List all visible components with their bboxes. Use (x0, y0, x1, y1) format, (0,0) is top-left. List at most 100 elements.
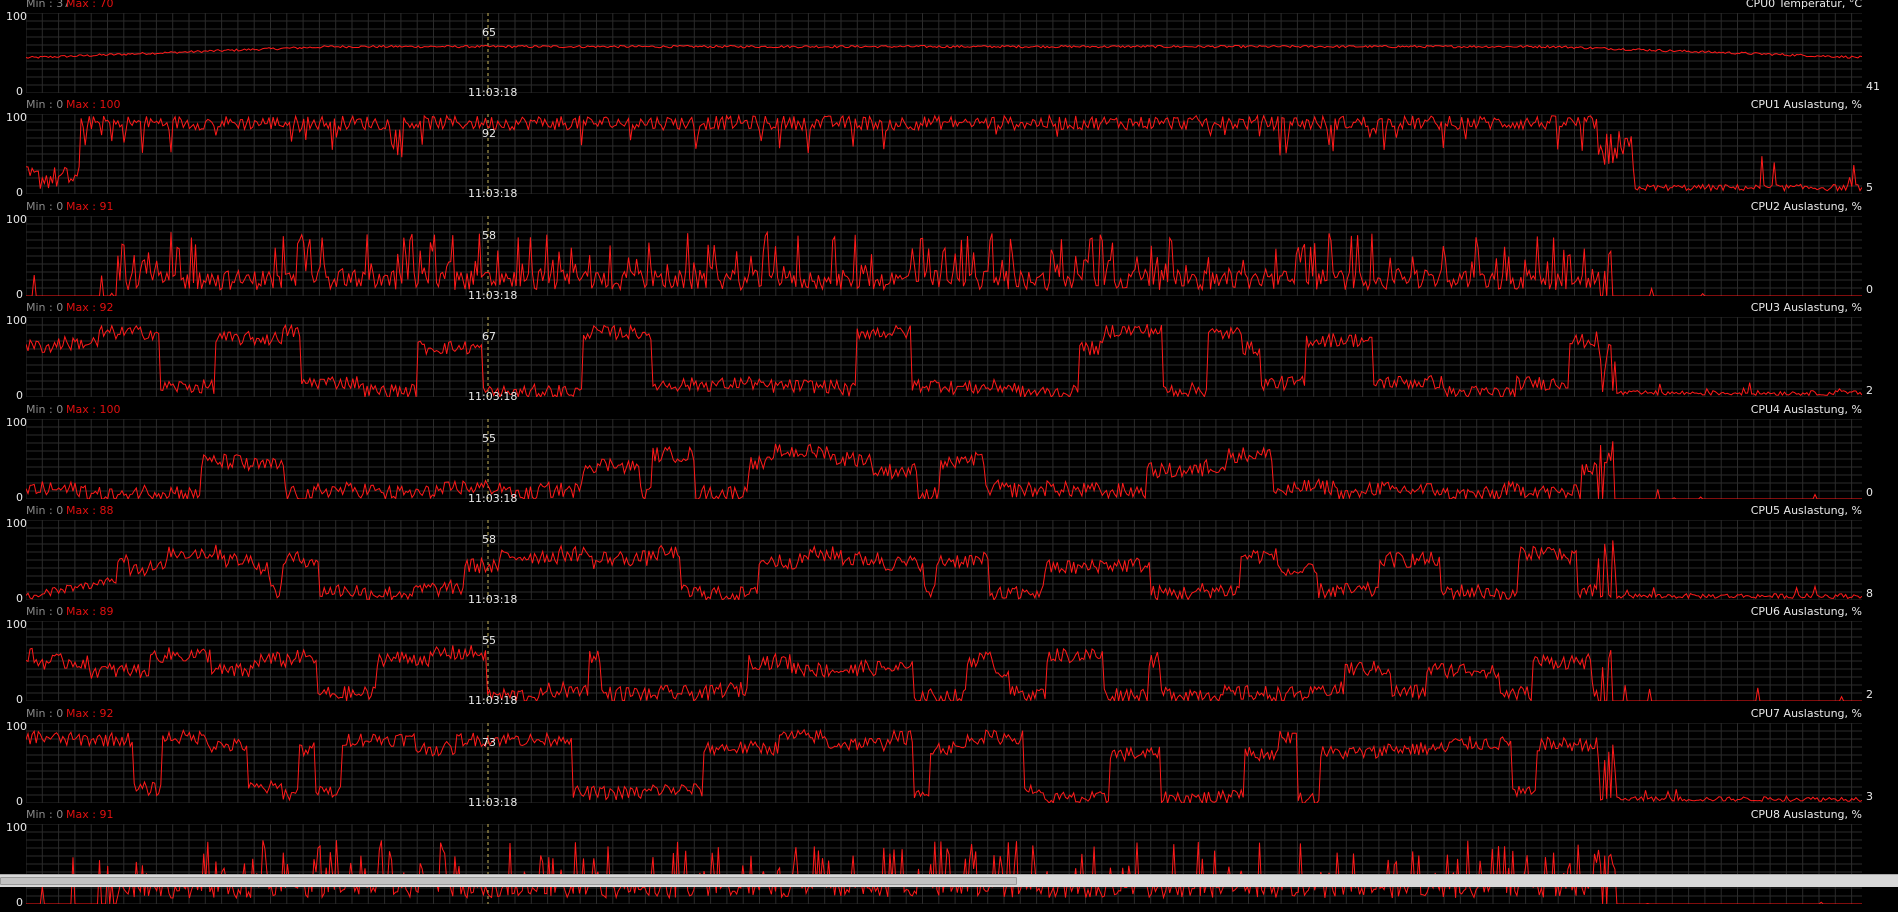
graph-panel-3[interactable]: Min : 0 Max : 92 CPU3 Auslastung, % 100 0 2 67… (0, 301, 1898, 405)
min-label: Min : 0 (26, 200, 64, 213)
cursor-value: 67 (482, 330, 496, 343)
current-value: 5 (1866, 181, 1873, 194)
y-axis-min: 0 (16, 288, 23, 301)
cursor-value: 58 (482, 533, 496, 546)
y-axis-max: 100 (6, 517, 27, 530)
graph-panel-0[interactable]: Min : 37 Max : 70 CPU0 Temperatur, °C 100 0 4… (0, 0, 1898, 101)
graph-series-line (26, 323, 1862, 397)
y-axis-max: 100 (6, 10, 27, 23)
graph-plot-area[interactable] (26, 621, 1862, 701)
min-label: Min : 0 (26, 808, 64, 821)
graph-plot-area[interactable] (26, 520, 1862, 600)
graph-panel-4[interactable]: Min : 0 Max : 100 CPU4 Auslastung, % 100 0 0 5… (0, 403, 1898, 507)
cursor-time: 11:03:18 (468, 593, 518, 606)
scrollbar-thumb[interactable] (0, 877, 1018, 885)
min-label: Min : 0 (26, 98, 64, 111)
max-label: Max : 88 (66, 504, 114, 517)
max-label: Max : 91 (66, 808, 114, 821)
graph-grid (26, 824, 1862, 904)
max-label: Max : 89 (66, 605, 114, 618)
graph-svg (26, 723, 1862, 803)
cursor-time: 11:03:18 (468, 492, 518, 505)
graph-panel-7[interactable]: Min : 0 Max : 92 CPU7 Auslastung, % 100 0 3 73… (0, 707, 1898, 811)
graph-svg (26, 114, 1862, 194)
y-axis-min: 0 (16, 85, 23, 98)
cursor-time: 11:03:18 (468, 694, 518, 707)
graph-plot-area[interactable] (26, 419, 1862, 499)
graph-title: CPU5 Auslastung, % (1750, 504, 1862, 517)
cursor-time: 11:03:18 (468, 289, 518, 302)
y-axis-min: 0 (16, 389, 23, 402)
graph-grid (26, 723, 1862, 803)
current-value: 2 (1866, 688, 1873, 701)
cursor-value: 58 (482, 229, 496, 242)
graph-grid (26, 419, 1862, 499)
graph-grid (26, 621, 1862, 701)
y-axis-min: 0 (16, 592, 23, 605)
cursor-time: 11:03:18 (468, 187, 518, 200)
graph-series-line (26, 44, 1862, 59)
cursor-time: 11:03:18 (468, 796, 518, 809)
y-axis-max: 100 (6, 618, 27, 631)
cursor-time: 11:03:18 (468, 390, 518, 403)
graph-plot-area[interactable] (26, 114, 1862, 194)
graph-plot-area[interactable] (26, 216, 1862, 296)
graph-svg (26, 419, 1862, 499)
graph-panel-1[interactable]: Min : 0 Max : 100 CPU1 Auslastung, % 100 0 5 9… (0, 98, 1898, 202)
graph-panel-6[interactable]: Min : 0 Max : 89 CPU6 Auslastung, % 100 0 2 55… (0, 605, 1898, 709)
graph-panel-5[interactable]: Min : 0 Max : 88 CPU5 Auslastung, % 100 0 8 58… (0, 504, 1898, 608)
graph-series-line (26, 540, 1862, 600)
current-value: 0 (1866, 486, 1873, 499)
current-value: 8 (1866, 587, 1873, 600)
graph-svg (26, 621, 1862, 701)
graph-grid (26, 520, 1862, 600)
horizontal-scrollbar[interactable] (0, 874, 1898, 887)
graph-series-line (26, 114, 1862, 193)
graph-svg (26, 13, 1862, 93)
max-label: Max : 100 (66, 98, 121, 111)
graph-plot-area[interactable] (26, 13, 1862, 93)
min-label: Min : 0 (26, 504, 64, 517)
cursor-value: 65 (482, 26, 496, 39)
graph-title: CPU2 Auslastung, % (1750, 200, 1862, 213)
y-axis-min: 0 (16, 795, 23, 808)
current-value: 41 (1866, 80, 1880, 93)
graph-title: CPU4 Auslastung, % (1750, 403, 1862, 416)
y-axis-min: 0 (16, 186, 23, 199)
graph-svg (26, 824, 1862, 904)
graph-svg (26, 520, 1862, 600)
graph-panel-8[interactable]: Min : 0 Max : 91 CPU8 Auslastung, % 100 0 (0, 808, 1898, 912)
hardware-monitor-graphs: Min : 37 Max : 70 CPU0 Temperatur, °C 100 0 4… (0, 0, 1898, 908)
graph-title: CPU0 Temperatur, °C (1745, 0, 1862, 10)
graph-plot-area[interactable] (26, 723, 1862, 803)
graph-plot-area[interactable] (26, 317, 1862, 397)
cursor-value: 55 (482, 634, 496, 647)
cursor-time: 11:03:18 (468, 86, 518, 99)
graph-svg (26, 216, 1862, 296)
min-label: Min : 0 (26, 301, 64, 314)
graph-series-line (26, 728, 1862, 803)
y-axis-max: 100 (6, 821, 27, 834)
max-label: Max : 91 (66, 200, 114, 213)
cursor-value: 73 (482, 736, 496, 749)
max-label: Max : 92 (66, 707, 114, 720)
y-axis-max: 100 (6, 111, 27, 124)
y-axis-max: 100 (6, 720, 27, 733)
max-label: Max : 92 (66, 301, 114, 314)
min-label: Min : 0 (26, 707, 64, 720)
graph-title: CPU6 Auslastung, % (1750, 605, 1862, 618)
graph-plot-area[interactable] (26, 824, 1862, 904)
graph-grid (26, 114, 1862, 194)
current-value: 3 (1866, 790, 1873, 803)
graph-title: CPU3 Auslastung, % (1750, 301, 1862, 314)
graph-title: CPU1 Auslastung, % (1750, 98, 1862, 111)
max-label: Max : 100 (66, 403, 121, 416)
graph-panel-2[interactable]: Min : 0 Max : 91 CPU2 Auslastung, % 100 0 0 58… (0, 200, 1898, 304)
graph-title: CPU7 Auslastung, % (1750, 707, 1862, 720)
graph-grid (26, 13, 1862, 93)
graph-svg (26, 317, 1862, 397)
cursor-value: 55 (482, 432, 496, 445)
current-value: 0 (1866, 283, 1873, 296)
graph-title: CPU8 Auslastung, % (1750, 808, 1862, 821)
y-axis-max: 100 (6, 213, 27, 226)
